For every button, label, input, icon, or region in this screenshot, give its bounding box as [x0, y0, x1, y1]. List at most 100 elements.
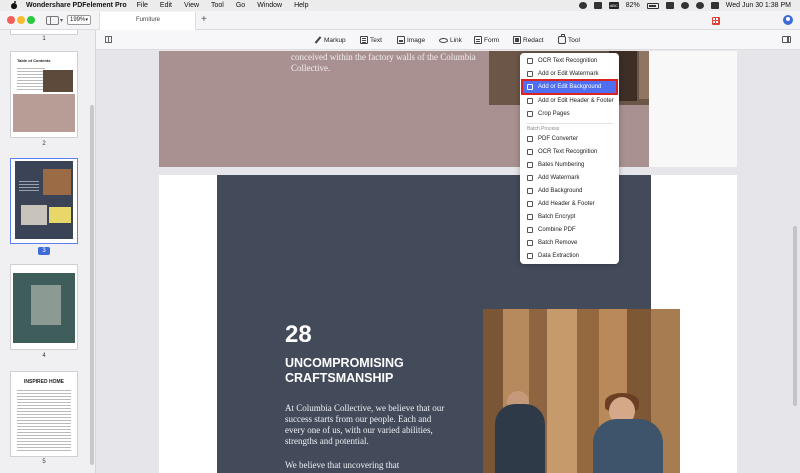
menu-add-background[interactable]: Add Background: [523, 185, 616, 197]
document-tab-title: Furniture: [136, 17, 161, 23]
menu-data-extraction[interactable]: Data Extraction: [523, 250, 616, 262]
window-titlebar: ▾ 199% ▾ Furniture +: [0, 11, 800, 30]
close-window-button[interactable]: [7, 16, 15, 24]
body-paragraph-2: We believe that uncovering that: [285, 460, 400, 470]
document-viewer[interactable]: brought to life in the spirit of every d…: [96, 51, 800, 473]
lock-icon: [527, 214, 533, 220]
document-page-current[interactable]: 28 UNCOMPROMISING CRAFTSMANSHIP At Colum…: [159, 175, 737, 473]
thumbnail-page-2[interactable]: Table of Contents: [11, 52, 77, 137]
menu-add-edit-background[interactable]: Add or Edit Background: [521, 79, 618, 95]
apple-icon[interactable]: [10, 1, 18, 10]
menu-edit[interactable]: Edit: [160, 2, 172, 9]
bates-icon: [527, 162, 533, 168]
right-panel-icon[interactable]: [782, 36, 791, 43]
zoom-select[interactable]: 199% ▾: [67, 15, 91, 25]
menu-separator: [526, 123, 613, 124]
markup-button[interactable]: Markup: [314, 35, 346, 45]
converter-icon: [527, 136, 533, 142]
crop-icon: [527, 111, 533, 117]
menu-ocr-text-recognition[interactable]: OCR Text Recognition: [523, 55, 616, 67]
thumbnail-sidebar[interactable]: 1 Table of Contents 2 3 4 INSPIRED HOME …: [0, 30, 96, 473]
watermark-icon: [527, 175, 533, 181]
zoom-window-button[interactable]: [27, 16, 35, 24]
text-button[interactable]: Text: [360, 35, 382, 45]
minimize-window-button[interactable]: [17, 16, 25, 24]
menu-add-header-footer[interactable]: Add Header & Footer: [523, 198, 616, 210]
page-heading: UNCOMPROMISING CRAFTSMANSHIP: [285, 356, 404, 385]
tool-label: Tool: [568, 36, 580, 44]
document-tab[interactable]: Furniture: [99, 12, 196, 30]
menu-tool[interactable]: Tool: [211, 2, 224, 9]
thumbnail-page-3[interactable]: [11, 159, 77, 243]
zoom-value: 199%: [70, 17, 86, 23]
header-footer-icon: [527, 98, 533, 104]
remove-icon: [527, 240, 533, 246]
menu-help[interactable]: Help: [294, 2, 308, 9]
redact-button[interactable]: Redact: [513, 35, 544, 45]
toolbox-icon: [558, 34, 566, 44]
thumbnail-number-3: 3: [38, 247, 50, 255]
thumbnail-number-2: 2: [42, 141, 46, 147]
form-icon: [474, 36, 482, 44]
menu-view[interactable]: View: [184, 2, 199, 9]
menubar-clock[interactable]: Wed Jun 30 1:38 PM: [726, 2, 791, 9]
menu-bates-numbering[interactable]: Bates Numbering: [523, 159, 616, 171]
redact-label: Redact: [523, 36, 544, 44]
text-label: Text: [370, 36, 382, 44]
thumbnail-page-4[interactable]: [11, 265, 77, 349]
thumbnail-number-5: 5: [42, 459, 46, 465]
menu-file[interactable]: File: [137, 2, 148, 9]
menu-crop-pages[interactable]: Crop Pages: [523, 108, 616, 120]
apps-icon[interactable]: [712, 17, 720, 25]
control-center-icon[interactable]: [578, 2, 587, 9]
battery-icon[interactable]: [646, 2, 659, 9]
ocr-icon: [527, 58, 533, 64]
display-icon[interactable]: [593, 2, 602, 9]
redact-icon: [513, 36, 521, 44]
link-button[interactable]: Link: [439, 35, 462, 45]
thumbnail-page-1[interactable]: [11, 30, 77, 34]
image-button[interactable]: Image: [397, 35, 425, 45]
body-paragraph-1: At Columbia Collective, we believe that …: [285, 403, 445, 446]
page-layout-icon[interactable]: [105, 36, 112, 43]
menu-batch-ocr[interactable]: OCR Text Recognition: [523, 146, 616, 158]
menu-add-watermark[interactable]: Add Watermark: [523, 172, 616, 184]
menu-go[interactable]: Go: [236, 2, 245, 9]
menu-batch-encrypt[interactable]: Batch Encrypt: [523, 211, 616, 223]
watermark-icon: [527, 71, 533, 77]
tool-button[interactable]: Tool: [558, 34, 580, 45]
previous-page-text: brought to life in the spirit of every d…: [291, 52, 476, 73]
menu-combine-pdf[interactable]: Combine PDF: [523, 224, 616, 236]
sidebar-scrollbar[interactable]: [90, 105, 94, 465]
image-label: Image: [407, 36, 426, 44]
search-icon[interactable]: [695, 2, 704, 9]
header-footer-icon: [527, 201, 533, 207]
image-icon: [397, 36, 405, 44]
menu-batch-remove[interactable]: Batch Remove: [523, 237, 616, 249]
menu-add-edit-header-footer[interactable]: Add or Edit Header & Footer: [523, 95, 616, 107]
form-button[interactable]: Form: [474, 35, 499, 45]
menu-window[interactable]: Window: [257, 2, 282, 9]
account-avatar-icon[interactable]: [783, 15, 793, 25]
markup-label: Markup: [324, 36, 346, 44]
document-page-previous[interactable]: brought to life in the spirit of every d…: [159, 51, 737, 167]
craftsmen-photo: [483, 309, 680, 473]
thumbnail-page-5[interactable]: INSPIRED HOME: [11, 372, 77, 456]
extract-icon: [527, 253, 533, 259]
menu-pdf-converter[interactable]: PDF Converter: [523, 133, 616, 145]
bluetooth-icon[interactable]: [665, 2, 674, 9]
menu-add-edit-watermark[interactable]: Add or Edit Watermark: [523, 68, 616, 80]
menubar-app-name[interactable]: Wondershare PDFelement Pro: [26, 2, 127, 9]
siri-icon[interactable]: [710, 2, 719, 9]
wifi-icon[interactable]: [680, 2, 689, 9]
input-source-icon[interactable]: ABC: [608, 2, 619, 9]
thumbnail-number-4: 4: [42, 353, 46, 359]
main-toolbar: Markup Text Image Link Form Redact Tool: [96, 30, 800, 50]
chevron-down-icon[interactable]: ▾: [60, 17, 63, 24]
document-scrollbar[interactable]: [793, 226, 797, 406]
thumbnail-2-title: Table of Contents: [17, 58, 51, 63]
system-menubar: Wondershare PDFelement Pro File Edit Vie…: [0, 0, 800, 11]
thumbnail-5-title: INSPIRED HOME: [23, 379, 64, 385]
sidebar-toggle-icon[interactable]: [46, 16, 59, 25]
add-tab-button[interactable]: +: [201, 14, 207, 25]
